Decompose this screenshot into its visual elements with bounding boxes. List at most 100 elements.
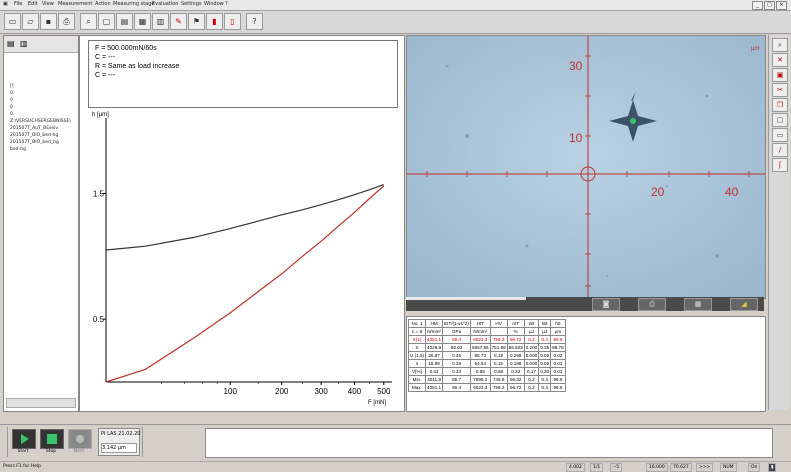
- menu-action[interactable]: Action: [95, 1, 111, 7]
- table-units-row: n = 8 N/mm² GPa N/mm² % µJ µJ µm: [407, 327, 566, 336]
- table-row: U (1.5) 26.87 0.45 85.73 8.19 0.299 0.000 0.00 0…: [407, 351, 566, 360]
- table-cell: %: [506, 327, 525, 336]
- table-cell: 0.68: [489, 367, 508, 376]
- menu-settings[interactable]: Settings: [181, 1, 202, 7]
- chart-panel: F = 500.000mN/60s C = --- R = Same as lo…: [79, 35, 405, 412]
- table-cell: 5957.56: [469, 343, 491, 352]
- table-cell: µJ: [523, 327, 540, 336]
- hook-icon[interactable]: ʃ: [772, 158, 788, 172]
- menu-bar: ▣ File Edit View Measurement Action Meas…: [0, 0, 791, 11]
- y-tick-label: 0.5: [93, 315, 105, 324]
- menu-view[interactable]: View: [42, 1, 54, 7]
- copy-icon[interactable]: ❐: [772, 98, 788, 112]
- table-cell: 56.72: [506, 383, 525, 392]
- file-tree-panel: ▤ ▥ [] 0 0 0 0 Z:\VERSUCHSERGEBNISSE\ 20…: [3, 35, 79, 412]
- new-icon[interactable]: ▭: [4, 13, 21, 30]
- menu-window[interactable]: Window: [204, 1, 224, 7]
- menu-file[interactable]: File: [14, 1, 22, 7]
- scissors-icon[interactable]: ✂: [772, 83, 788, 97]
- table-cell: 0.200: [523, 343, 540, 352]
- table-header: h0: [550, 319, 566, 328]
- measure-icon[interactable]: ◢: [730, 298, 758, 311]
- grid-icon[interactable]: ▦: [134, 13, 151, 30]
- table-header: HIT: [469, 319, 491, 328]
- tree-item[interactable]: 0: [10, 91, 13, 96]
- image-scrollbar[interactable]: [406, 297, 526, 300]
- legend-box: F = 500.000mN/60s C = --- R = Same as lo…: [88, 40, 398, 108]
- menu-edit[interactable]: Edit: [28, 1, 38, 7]
- tree-item[interactable]: bed-hg: [10, 147, 26, 152]
- export-icon[interactable]: ▦: [684, 298, 712, 311]
- y-axis-label: h [µm]: [92, 112, 109, 118]
- red-bar-icon[interactable]: ▯: [224, 13, 241, 30]
- layer-icon[interactable]: ▣: [772, 68, 788, 82]
- window-icon[interactable]: ▢: [98, 13, 115, 30]
- legend-line-r: R = Same as load increase: [95, 63, 180, 70]
- table-header: EIT/(1-vs^2): [442, 319, 471, 328]
- tree-item[interactable]: 201507T_BIO_bed_hg: [10, 140, 59, 145]
- tree-list-icon[interactable]: ▥: [20, 39, 28, 48]
- menu-evaluation[interactable]: Evaluation: [152, 1, 178, 7]
- zoom-icon[interactable]: ⌕: [80, 13, 97, 30]
- image-toolbar: ◙ ⎙ ▦ ◢: [406, 297, 764, 311]
- paste-icon[interactable]: ▢: [772, 113, 788, 127]
- open-icon[interactable]: ▱: [22, 13, 39, 30]
- start-button[interactable]: [12, 429, 36, 449]
- table-icon[interactable]: ▥: [152, 13, 169, 30]
- x-tick-label: 500: [377, 387, 391, 396]
- red-stack-icon[interactable]: ▮: [206, 13, 223, 30]
- table-cell: 99.8: [550, 383, 566, 392]
- tree-item[interactable]: 201507T_AuT_BEseiv: [10, 126, 58, 131]
- camera-icon[interactable]: ◙: [592, 298, 620, 311]
- minimize-icon[interactable]: _: [752, 1, 763, 10]
- tree-item[interactable]: 0: [10, 112, 13, 117]
- maximize-icon[interactable]: □: [764, 1, 775, 10]
- close-icon[interactable]: ✕: [772, 53, 788, 67]
- menu-measuring-stage[interactable]: Measuring stage: [113, 1, 154, 7]
- measure-icon[interactable]: ∕: [772, 143, 788, 157]
- table-cell: [489, 327, 508, 336]
- info-line-1: PI LAS 21.02.20: [101, 431, 141, 437]
- table-cell: 6023.3: [469, 383, 491, 392]
- chart-icon[interactable]: ▤: [116, 13, 133, 30]
- menu-measurement[interactable]: Measurement: [58, 1, 92, 7]
- table-cell: 8.19: [489, 351, 508, 360]
- tree-item[interactable]: Z:\VERSUCHSERGEBNISSE\: [10, 119, 71, 124]
- table-cell: 0.00: [538, 351, 552, 360]
- table-cell: 54.54: [469, 359, 491, 368]
- table-cell: 0.17: [523, 367, 540, 376]
- table-cell: 0.45: [442, 351, 471, 360]
- stop-button[interactable]: [40, 429, 64, 449]
- table-cell: µm: [550, 327, 566, 336]
- red-marker-icon[interactable]: ✎: [170, 13, 187, 30]
- load-depth-chart: h [µm] F [mN] 0.5 1.5 100 200 300 400 500: [92, 112, 392, 406]
- table-cell: s: [407, 359, 427, 368]
- close-icon[interactable]: ×: [776, 1, 787, 10]
- table-row: Max. 4051.1 86.4 6023.3 758.2 56.72 0.2 0.4 99.8: [407, 383, 566, 392]
- table-header: Wt: [523, 319, 540, 328]
- save-icon[interactable]: ▪: [40, 13, 57, 30]
- table-cell: 0.4: [538, 383, 552, 392]
- table-row: s 16.99 0.29 54.54 5.15 0.188 0.000 0.00 0.01: [407, 359, 566, 368]
- results-table-panel: No. 1 HM EIT/(1-vs^2) HIT HV nIT Wt Wt h…: [406, 316, 766, 412]
- flag-icon[interactable]: ⚑: [188, 13, 205, 30]
- zoom-icon[interactable]: ⌕: [772, 38, 788, 52]
- table-header: HM: [425, 319, 444, 328]
- tree-item[interactable]: 201507T_BIO_bed-hg: [10, 133, 58, 138]
- frame-icon[interactable]: ▭: [772, 128, 788, 142]
- tree-view-icon[interactable]: ▤: [7, 39, 15, 48]
- menu-help[interactable]: ?: [225, 1, 228, 7]
- tree-item[interactable]: []: [10, 84, 14, 89]
- tree-item[interactable]: 0: [10, 105, 13, 110]
- cursor-help-icon[interactable]: ?: [246, 13, 263, 30]
- print-icon[interactable]: ⎙: [638, 298, 666, 311]
- next-button[interactable]: [68, 429, 92, 449]
- table-cell: V[%]: [407, 367, 427, 376]
- table-cell: 56.72: [506, 335, 525, 344]
- table-cell: 99.78: [550, 343, 566, 352]
- start-label: Start: [17, 449, 29, 454]
- print-icon[interactable]: ⎙: [58, 13, 75, 30]
- tree-item[interactable]: 0: [10, 98, 13, 103]
- horizontal-scrollbar[interactable]: [6, 398, 76, 408]
- microscope-svg: 30 10 20 40 µm: [407, 36, 765, 298]
